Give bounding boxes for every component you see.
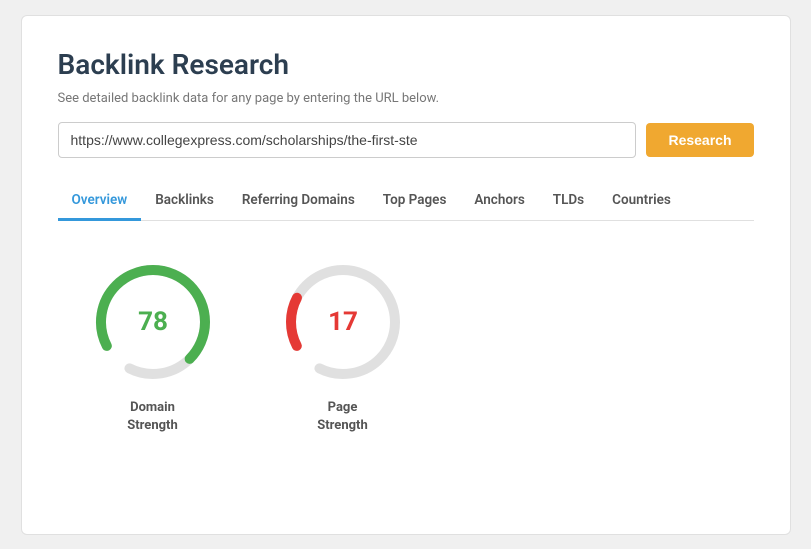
gauges-section: 78 DomainStrength 17 PageStrength: [58, 257, 754, 435]
tab-tlds[interactable]: TLDs: [539, 182, 598, 221]
tab-backlinks[interactable]: Backlinks: [141, 182, 228, 221]
tab-anchors[interactable]: Anchors: [460, 182, 538, 221]
tab-overview[interactable]: Overview: [58, 182, 142, 221]
tab-countries[interactable]: Countries: [598, 182, 685, 221]
page-strength-gauge: 17 PageStrength: [278, 257, 408, 435]
research-button[interactable]: Research: [646, 123, 753, 157]
page-title: Backlink Research: [58, 48, 754, 81]
main-card: Backlink Research See detailed backlink …: [21, 15, 791, 535]
page-strength-value: 17: [328, 307, 358, 337]
domain-strength-gauge: 78 DomainStrength: [88, 257, 218, 435]
tabs-nav: Overview Backlinks Referring Domains Top…: [58, 182, 754, 221]
domain-strength-value: 78: [138, 307, 168, 337]
tab-referring-domains[interactable]: Referring Domains: [228, 182, 369, 221]
page-strength-label: PageStrength: [317, 399, 367, 435]
domain-strength-svg: 78: [88, 257, 218, 387]
page-subtitle: See detailed backlink data for any page …: [58, 91, 754, 106]
domain-strength-label: DomainStrength: [127, 399, 177, 435]
search-row: Research: [58, 122, 754, 158]
page-strength-svg: 17: [278, 257, 408, 387]
tab-top-pages[interactable]: Top Pages: [369, 182, 461, 221]
url-input[interactable]: [58, 122, 637, 158]
